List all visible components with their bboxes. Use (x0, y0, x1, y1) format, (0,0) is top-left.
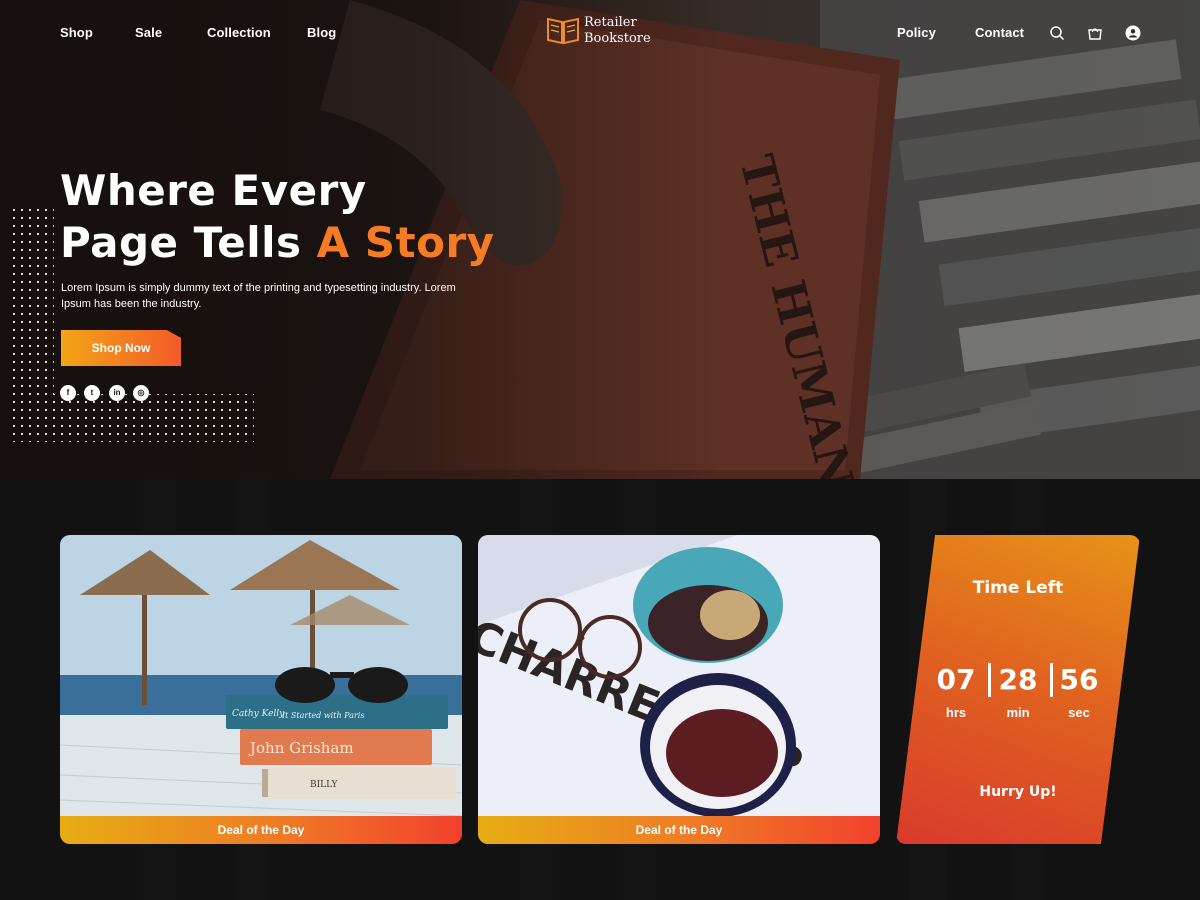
timer-seconds-unit: sec (1068, 705, 1090, 720)
deal-card-2-label[interactable]: Deal of the Day (478, 816, 880, 844)
timer-seconds: 56 (1059, 663, 1099, 696)
timer-separator (988, 663, 991, 697)
user-icon[interactable] (1125, 25, 1141, 41)
hero-title-line1: Where Every (60, 166, 367, 215)
nav-policy[interactable]: Policy (897, 25, 936, 40)
timer-minutes-unit: min (1006, 705, 1030, 720)
beach-books-image: BILLY John Grisham Cathy Kelly It Starte… (60, 535, 462, 816)
cart-icon[interactable] (1087, 25, 1103, 41)
timer-title: Time Left (972, 578, 1064, 598)
hero-section: THE HUMAN ZOO Shop Sale Collection Blog … (0, 0, 1200, 479)
hero-title-line2: Page Tells (60, 218, 317, 267)
book-spine-john-grisham: John Grisham (248, 739, 354, 757)
hero-title: Where Every Page Tells A Story (60, 165, 540, 269)
linkedin-icon[interactable]: in (109, 385, 125, 401)
nav-collection[interactable]: Collection (207, 25, 271, 40)
instagram-icon[interactable]: ◎ (133, 385, 149, 401)
deal-card-1-label[interactable]: Deal of the Day (60, 816, 462, 844)
hero-title-accent: A Story (316, 218, 495, 267)
site-logo[interactable]: Retailer Bookstore (546, 13, 666, 49)
book-logo-icon (547, 17, 579, 45)
nav-blog[interactable]: Blog (307, 25, 336, 40)
hero-description: Lorem Ipsum is simply dummy text of the … (61, 282, 456, 310)
book-spine-cathy-kelly: Cathy Kelly (232, 709, 285, 719)
logo-line2: Bookstore (584, 31, 651, 46)
deal-card-1[interactable]: BILLY John Grisham Cathy Kelly It Starte… (60, 535, 462, 844)
search-icon[interactable] (1049, 25, 1065, 41)
book-spine-paris: It Started with Paris (281, 711, 364, 720)
timer-separator (1050, 663, 1053, 697)
page: THE HUMAN ZOO Shop Sale Collection Blog … (0, 0, 1200, 900)
logo-text: Retailer Bookstore (584, 15, 651, 47)
hurry-up-text: Hurry Up! (979, 784, 1057, 800)
timer-hours-unit: hrs (945, 705, 967, 720)
timer-hours: 07 (936, 663, 976, 696)
logo-line1: Retailer (584, 15, 637, 30)
shop-now-button[interactable]: Shop Now (61, 330, 181, 366)
top-nav: Shop Sale Collection Blog Retailer Books… (0, 0, 1200, 66)
coffee-magazine-image: CHARRE CHOP (478, 535, 880, 816)
timer-minutes: 28 (998, 663, 1038, 696)
deal-card-2[interactable]: CHARRE CHOP Deal of the Day (478, 535, 880, 844)
twitter-icon[interactable]: t (84, 385, 100, 401)
facebook-icon[interactable]: f (60, 385, 76, 401)
svg-text:BILLY: BILLY (310, 780, 339, 790)
countdown-timer: Time Left 07 28 56 hrs min sec Hurry Up! (896, 535, 1140, 844)
nav-contact[interactable]: Contact (975, 25, 1024, 40)
nav-shop[interactable]: Shop (60, 25, 93, 40)
nav-sale[interactable]: Sale (135, 25, 162, 40)
